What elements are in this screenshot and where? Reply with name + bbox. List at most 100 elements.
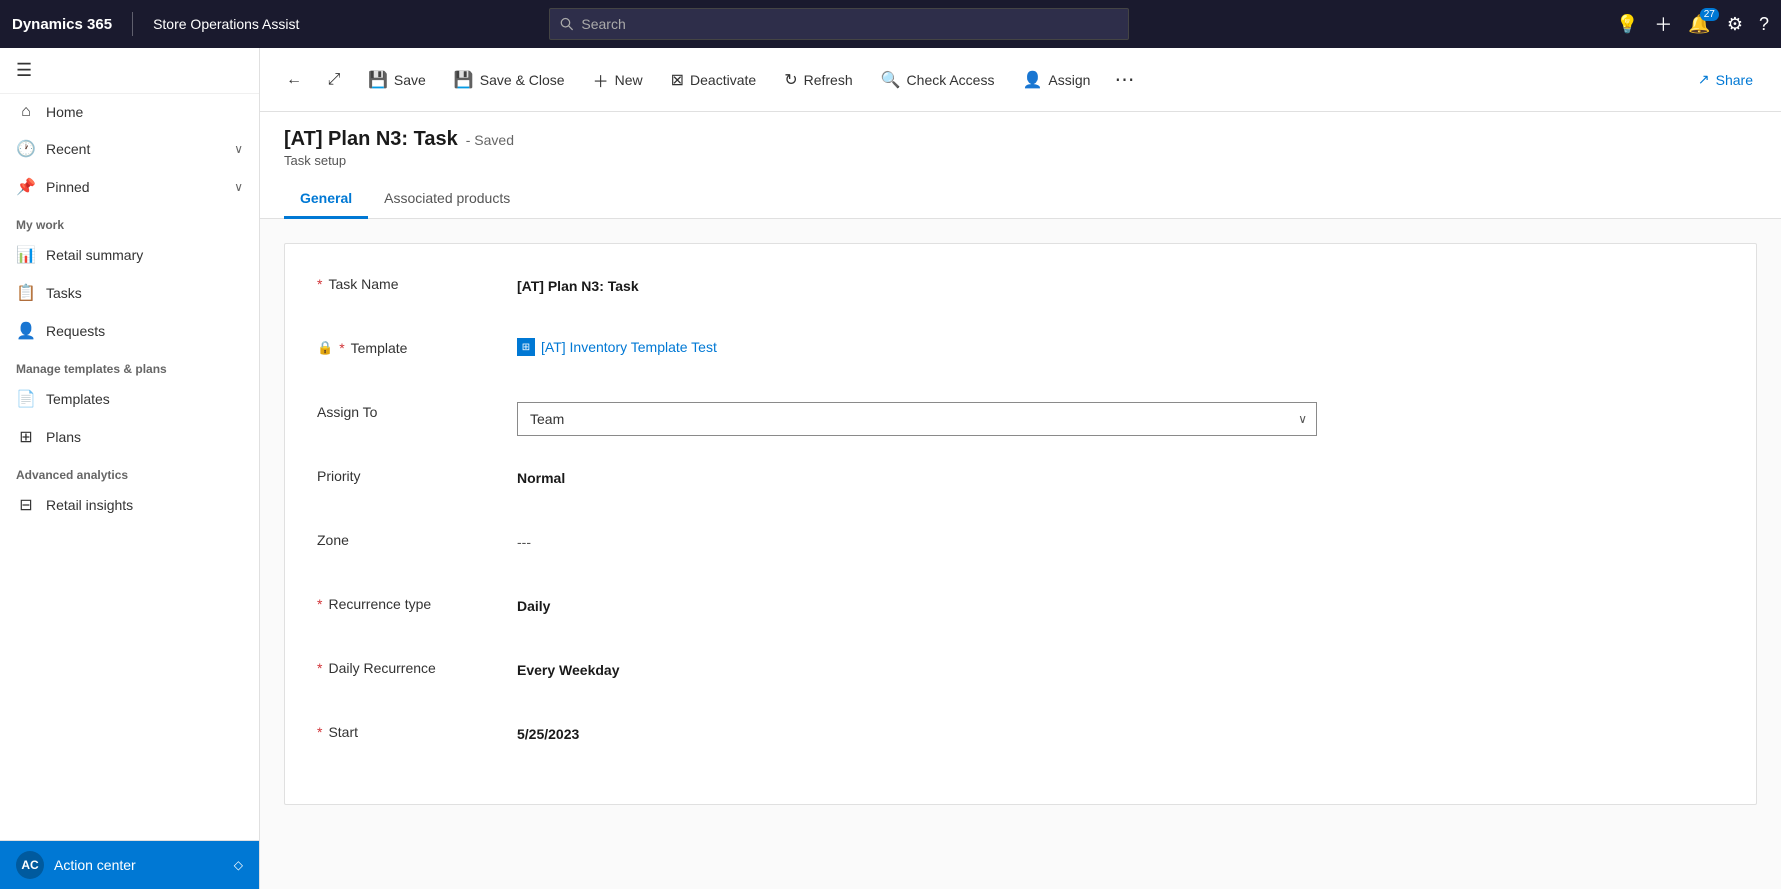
page-title-row: [AT] Plan N3: Task - Saved: [284, 128, 1757, 151]
start-value: 5/25/2023: [517, 722, 1724, 746]
requests-icon: 👤: [16, 321, 36, 341]
priority-label-col: Priority: [317, 460, 517, 484]
sidebar-item-recent[interactable]: 🕐 Recent ∨: [0, 130, 259, 168]
template-row: 🔒 * Template ⊞ [AT] Inventory Template T…: [317, 332, 1724, 372]
template-link[interactable]: ⊞ [AT] Inventory Template Test: [517, 338, 1724, 356]
sidebar-item-plans[interactable]: ⊞ Plans: [0, 418, 259, 456]
check-access-icon: 🔍: [881, 70, 901, 90]
brand-name: Dynamics 365: [12, 16, 112, 33]
assign-to-row: Assign To Team User ∨: [317, 396, 1724, 436]
sidebar-item-home[interactable]: ⌂ Home: [0, 94, 259, 130]
form-container: * Task Name [AT] Plan N3: Task 🔒 * Templ…: [260, 219, 1781, 889]
recurrence-type-row: * Recurrence type Daily: [317, 588, 1724, 628]
retail-insights-label: Retail insights: [46, 497, 243, 513]
priority-value: Normal: [517, 466, 1724, 490]
sidebar-item-action-center[interactable]: AC Action center ◇: [0, 841, 259, 889]
lightbulb-icon[interactable]: 💡: [1616, 14, 1638, 35]
main-layout: ☰ ⌂ Home 🕐 Recent ∨ 📌 Pinned ∨ My work 📊…: [0, 48, 1781, 889]
recurrence-type-label-col: * Recurrence type: [317, 588, 517, 612]
pinned-label: Pinned: [46, 179, 224, 195]
action-center-avatar: AC: [16, 851, 44, 879]
daily-recurrence-label: Daily Recurrence: [328, 660, 435, 676]
home-label: Home: [46, 104, 243, 120]
task-name-value: [AT] Plan N3: Task: [517, 274, 1724, 298]
search-icon: [560, 17, 573, 31]
tab-general[interactable]: General: [284, 180, 368, 219]
saved-status: - Saved: [466, 132, 514, 148]
assign-to-select-wrapper: Team User ∨: [517, 402, 1317, 436]
save-close-button[interactable]: 💾 Save & Close: [442, 62, 577, 98]
search-input[interactable]: [581, 16, 1118, 32]
zone-value: ---: [517, 530, 1724, 554]
toolbar: ← ⤢ 💾 Save 💾 Save & Close ＋ New ⊠ Deacti…: [260, 48, 1781, 112]
save-close-icon: 💾: [454, 70, 474, 90]
pinned-chevron: ∨: [234, 180, 243, 194]
back-button[interactable]: ←: [276, 62, 312, 98]
start-value-col: 5/25/2023: [517, 716, 1724, 746]
pin-icon: 📌: [16, 177, 36, 197]
daily-recurrence-value: Every Weekday: [517, 658, 1724, 682]
assign-to-label-col: Assign To: [317, 396, 517, 420]
deactivate-button[interactable]: ⊠ Deactivate: [659, 62, 769, 98]
retail-summary-icon: 📊: [16, 245, 36, 265]
sidebar-item-retail-insights[interactable]: ⊟ Retail insights: [0, 486, 259, 524]
settings-icon[interactable]: ⚙: [1727, 14, 1743, 35]
sidebar-item-templates[interactable]: 📄 Templates: [0, 380, 259, 418]
daily-recurrence-value-col: Every Weekday: [517, 652, 1724, 682]
recurrence-type-required: *: [317, 596, 322, 612]
sidebar-item-pinned[interactable]: 📌 Pinned ∨: [0, 168, 259, 206]
tab-associated-products[interactable]: Associated products: [368, 180, 526, 219]
assign-to-select[interactable]: Team User: [517, 402, 1317, 436]
content-area: ← ⤢ 💾 Save 💾 Save & Close ＋ New ⊠ Deacti…: [260, 48, 1781, 889]
add-icon[interactable]: ＋: [1654, 11, 1672, 37]
template-required: *: [339, 340, 344, 356]
assign-button[interactable]: 👤 Assign: [1010, 62, 1102, 98]
notification-badge: 27: [1700, 8, 1719, 21]
templates-label: Templates: [46, 391, 243, 407]
templates-icon: 📄: [16, 389, 36, 409]
new-button[interactable]: ＋ New: [581, 60, 655, 100]
sidebar-item-tasks[interactable]: 📋 Tasks: [0, 274, 259, 312]
save-button[interactable]: 💾 Save: [356, 62, 438, 98]
retail-summary-label: Retail summary: [46, 247, 243, 263]
tabs: General Associated products: [260, 180, 1781, 219]
priority-row: Priority Normal: [317, 460, 1724, 500]
task-name-label: Task Name: [328, 276, 398, 292]
expand-button[interactable]: ⤢: [316, 62, 352, 98]
task-name-value-col: [AT] Plan N3: Task: [517, 268, 1724, 298]
template-value-col: ⊞ [AT] Inventory Template Test: [517, 332, 1724, 356]
start-label: Start: [328, 724, 358, 740]
app-name: Store Operations Assist: [153, 16, 299, 32]
topbar-divider: [132, 12, 133, 36]
zone-row: Zone ---: [317, 524, 1724, 564]
retail-insights-icon: ⊟: [16, 495, 36, 515]
recurrence-type-label: Recurrence type: [328, 596, 431, 612]
lock-icon: 🔒: [317, 340, 333, 356]
search-box[interactable]: [549, 8, 1129, 40]
sidebar-item-requests[interactable]: 👤 Requests: [0, 312, 259, 350]
assign-to-value-col: Team User ∨: [517, 396, 1724, 436]
save-icon: 💾: [368, 70, 388, 90]
template-label: Template: [351, 340, 408, 356]
hamburger-menu[interactable]: ☰: [0, 48, 259, 94]
priority-value-col: Normal: [517, 460, 1724, 490]
start-row: * Start 5/25/2023: [317, 716, 1724, 756]
manage-section: Manage templates & plans: [0, 350, 259, 380]
zone-label-col: Zone: [317, 524, 517, 548]
notifications-icon[interactable]: 🔔 27: [1688, 14, 1710, 35]
start-label-col: * Start: [317, 716, 517, 740]
plans-icon: ⊞: [16, 427, 36, 447]
sidebar-item-retail-summary[interactable]: 📊 Retail summary: [0, 236, 259, 274]
more-actions-button[interactable]: ⋯: [1106, 62, 1142, 98]
recurrence-type-value-col: Daily: [517, 588, 1724, 618]
refresh-button[interactable]: ↻ Refresh: [772, 62, 864, 98]
page-title: [AT] Plan N3: Task: [284, 128, 458, 151]
recent-chevron: ∨: [234, 142, 243, 156]
recent-label: Recent: [46, 141, 224, 157]
check-access-button[interactable]: 🔍 Check Access: [869, 62, 1007, 98]
help-icon[interactable]: ?: [1759, 14, 1769, 35]
tasks-icon: 📋: [16, 283, 36, 303]
share-button[interactable]: ↗ Share: [1686, 63, 1765, 96]
recurrence-type-value: Daily: [517, 594, 1724, 618]
page-header: [AT] Plan N3: Task - Saved Task setup: [260, 112, 1781, 168]
